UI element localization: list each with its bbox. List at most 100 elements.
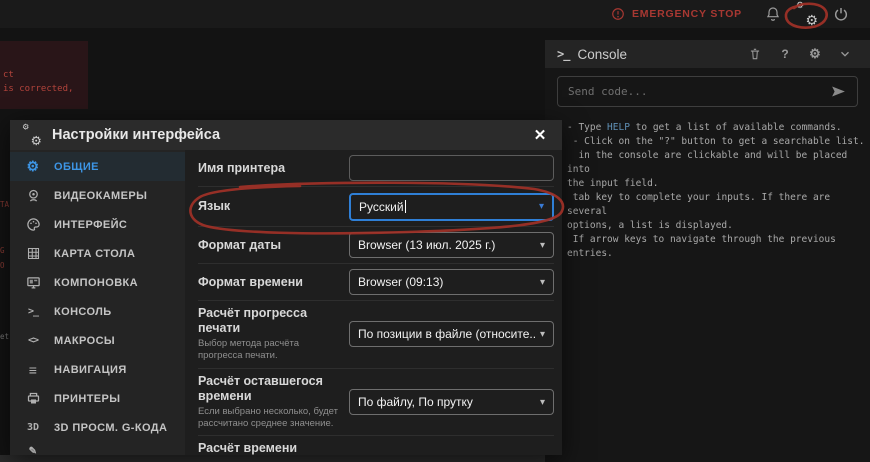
background-text-fragment: O (0, 261, 5, 270)
sidebar-item-heightmap[interactable]: КАРТА СТОЛА (10, 239, 185, 268)
notifications-bell-button[interactable] (756, 1, 790, 27)
sidebar-item-printers[interactable]: ПРИНТЕРЫ (10, 384, 185, 413)
console-output-line: - Click on the "?" button to get a searc… (567, 135, 866, 149)
sidebar-item-label: КОМПОНОВКА (54, 277, 138, 289)
console-output-line: If arrow keys to navigate through the pr… (567, 233, 866, 261)
console-input-placeholder: Send code... (568, 85, 830, 98)
settings-row-time-format: Формат времени Browser (09:13) ▾ (198, 264, 554, 301)
selected-value: Browser (13 июл. 2025 г.) (358, 238, 536, 252)
dialog-header: ⚙⚙ Настройки интерфейса ✕ (10, 120, 562, 150)
setting-label: Формат даты (198, 238, 339, 253)
chevron-down-icon: ▾ (540, 277, 545, 288)
print-progress-calc-select[interactable]: По позиции в файле (относите... ▾ (349, 321, 554, 347)
console-panel-title: Console (577, 47, 627, 62)
gears-icon: ⚙⚙ (23, 127, 41, 143)
selected-value: Browser (09:13) (358, 275, 536, 289)
settings-sidebar: ⚙ ОБЩИЕ ВИДЕОКАМЕРЫ ИНТЕРФЕЙС КАРТА СТОЛА КОМ… (10, 150, 185, 455)
bell-icon (765, 6, 781, 22)
sidebar-item-label: МАКРОСЫ (54, 335, 115, 347)
settings-row-print-progress-calc: Расчёт прогресса печатиВыбор метода расч… (198, 301, 554, 369)
gcode-3d-icon: 3D (22, 422, 44, 433)
sidebar-item-label: НАВИГАЦИЯ (54, 364, 127, 376)
settings-row-end-time-calc: Расчёт времени завершения печатиЕсли выб… (198, 436, 554, 455)
sidebar-item-webcams[interactable]: ВИДЕОКАМЕРЫ (10, 181, 185, 210)
trash-icon (748, 47, 762, 61)
interface-settings-dialog: ⚙⚙ Настройки интерфейса ✕ ⚙ ОБЩИЕ ВИДЕОКАМ… (10, 120, 562, 455)
gear-icon: ⚙ (809, 46, 821, 62)
menu-icon: ≡ (22, 362, 44, 378)
sidebar-item-label: ПРИНТЕРЫ (54, 393, 120, 405)
background-error-line: is corrected, (3, 84, 73, 94)
console-output-line: in the console are clickable and will be… (567, 149, 866, 177)
send-icon[interactable] (830, 83, 847, 100)
selected-value: По позиции в файле (относите... (358, 327, 536, 341)
sidebar-item-general[interactable]: ⚙ ОБЩИЕ (10, 152, 185, 181)
emergency-stop-button[interactable]: EMERGENCY STOP (605, 7, 756, 21)
date-format-select[interactable]: Browser (13 июл. 2025 г.) ▾ (349, 232, 554, 258)
setting-label: Имя принтера (198, 161, 339, 176)
console-settings-button[interactable]: ⚙ (800, 42, 830, 66)
text-cursor (405, 200, 406, 213)
console-clear-button[interactable] (740, 42, 770, 66)
sidebar-item-label: ОБЩИЕ (54, 161, 99, 173)
gear-icon: ⚙ (22, 158, 44, 175)
webcam-icon (22, 188, 44, 203)
sidebar-item-label: 3D ПРОСМ. G-КОДА (54, 422, 167, 434)
setting-description: Выбор метода расчёта прогресса печати. (198, 338, 339, 363)
terminal-icon: >_ (557, 47, 569, 61)
warning-icon (611, 7, 625, 21)
chevron-down-icon: ▾ (540, 240, 545, 251)
remaining-time-calc-select[interactable]: По файлу, По прутку▾ (349, 389, 554, 415)
console-panel-header: >_ Console ? ⚙ (545, 40, 870, 68)
settings-row-printer-name: Имя принтера (198, 150, 554, 187)
emergency-stop-label: EMERGENCY STOP (632, 8, 742, 20)
console-collapse-button[interactable] (830, 42, 860, 66)
printer-icon (22, 391, 44, 406)
language-select[interactable]: Русский ▾ (349, 193, 554, 221)
chevron-down-icon: ▾ (540, 397, 545, 408)
background-error-line: ct (3, 70, 14, 80)
close-dialog-button[interactable]: ✕ (528, 123, 552, 147)
terminal-icon: >_ (22, 306, 44, 317)
code-icon: <> (22, 335, 44, 346)
mainsail-app: ct is corrected, TAGOet EMERGENCY STOP ⚙… (0, 0, 870, 462)
chevron-down-icon: ▾ (540, 329, 545, 340)
settings-gears-button[interactable]: ⚙⚙ (790, 1, 824, 27)
power-button[interactable] (824, 1, 858, 27)
monitor-icon (22, 275, 44, 290)
printer-name-input[interactable] (349, 155, 554, 181)
sidebar-item-dashboard[interactable]: КОМПОНОВКА (10, 268, 185, 297)
help-command-link[interactable]: HELP (607, 122, 630, 133)
chevron-down-icon (838, 47, 852, 61)
setting-label: Формат времени (198, 275, 339, 290)
console-panel: >_ Console ? ⚙ Send code... (545, 40, 870, 462)
chevron-down-icon: ▾ (539, 201, 544, 212)
dialog-title: Настройки интерфейса (52, 127, 220, 143)
background-error-panel: ct is corrected, (0, 41, 88, 109)
console-help-button[interactable]: ? (770, 42, 800, 66)
sidebar-item-gcode-viewer[interactable]: 3D 3D ПРОСМ. G-КОДА (10, 413, 185, 442)
settings-row-remaining-time-calc: Расчёт оставшегося времениЕсли выбрано н… (198, 369, 554, 437)
selected-value: Русский (359, 200, 535, 214)
sidebar-item-macros[interactable]: <> МАКРОСЫ (10, 326, 185, 355)
setting-label: Расчёт прогресса печати (198, 306, 339, 336)
console-output-line: tab key to complete your inputs. If ther… (567, 191, 866, 219)
console-command-input[interactable]: Send code... (557, 76, 858, 107)
sidebar-item-label: ИНТЕРФЕЙС (54, 219, 127, 231)
help-icon: ? (781, 47, 788, 61)
sidebar-item-partial[interactable]: ✎ (10, 442, 185, 452)
palette-icon (22, 217, 44, 232)
sidebar-item-interface[interactable]: ИНТЕРФЕЙС (10, 210, 185, 239)
settings-form: Имя принтераЯзыкРусский▾Формат датыBrows… (185, 150, 562, 455)
console-output-line: - Type HELP to get a list of available c… (567, 121, 866, 135)
sidebar-item-navigation[interactable]: ≡ НАВИГАЦИЯ (10, 355, 185, 384)
time-format-select[interactable]: Browser (09:13) ▾ (349, 269, 554, 295)
settings-row-language: ЯзыкРусский▾ (198, 187, 554, 227)
background-text-fragment: TA (0, 200, 9, 209)
top-navbar: EMERGENCY STOP ⚙⚙ (0, 0, 870, 28)
close-icon: ✕ (534, 126, 547, 144)
console-output-line: options, a list is displayed. (567, 219, 866, 233)
sidebar-item-console[interactable]: >_КОНСОЛЬ (10, 297, 185, 326)
setting-label: Расчёт оставшегося времени (198, 374, 339, 404)
background-text-fragment: G (0, 246, 5, 255)
